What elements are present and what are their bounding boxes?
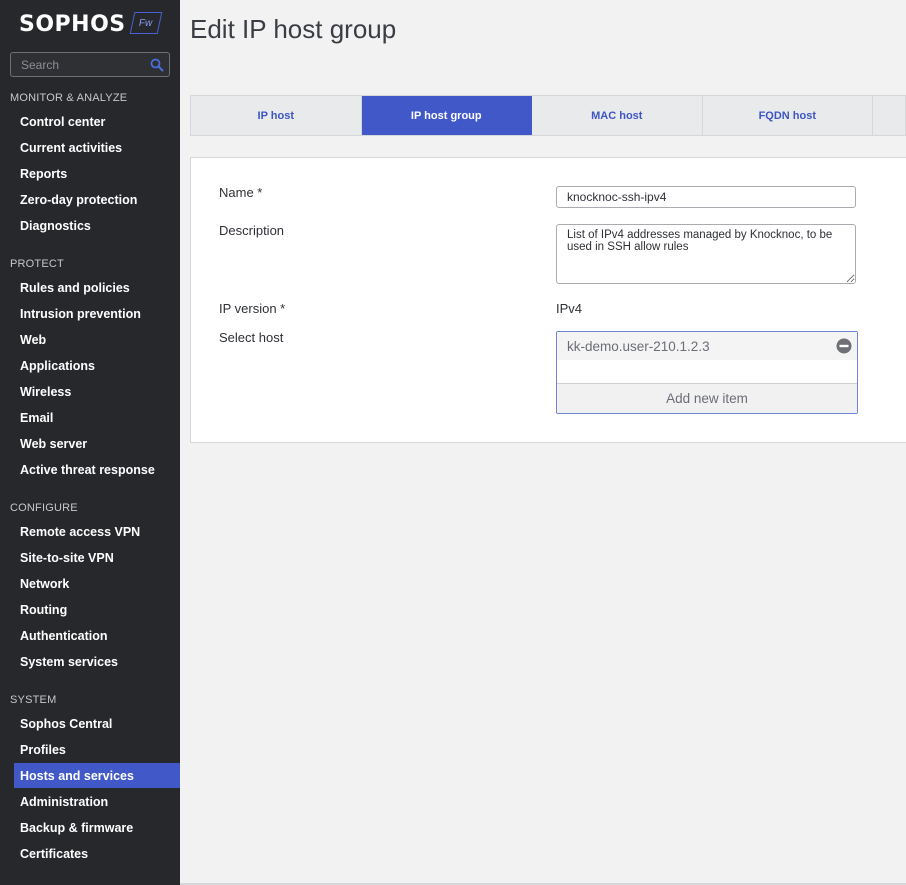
nav-network[interactable]: Network [14,571,180,596]
nav-intrusion-prevention[interactable]: Intrusion prevention [14,301,180,326]
tab-fqdn-host[interactable]: FQDN host [703,96,874,135]
main-content: Edit IP host group IP host IP host group… [180,0,906,885]
nav-web-server[interactable]: Web server [14,431,180,456]
nav-profiles[interactable]: Profiles [14,737,180,762]
section-configure: CONFIGURE [10,502,78,514]
nav-site-to-site-vpn[interactable]: Site-to-site VPN [14,545,180,570]
nav-rules-and-policies[interactable]: Rules and policies [14,275,180,300]
sidebar: SOPHOS Fw MONITOR & ANALYZE Control cent… [0,0,180,885]
select-host-label: Select host [219,330,284,345]
nav-administration[interactable]: Administration [14,789,180,814]
firewall-badge: Fw [129,12,163,34]
host-item-label: kk-demo.user-210.1.2.3 [567,338,710,354]
nav-authentication[interactable]: Authentication [14,623,180,648]
nav-routing[interactable]: Routing [14,597,180,622]
section-protect: PROTECT [10,258,64,270]
brand-name: SOPHOS [19,11,126,37]
tab-ip-host[interactable]: IP host [191,96,362,135]
host-type-tabs: IP host IP host group MAC host FQDN host [190,95,906,136]
nav-sophos-central[interactable]: Sophos Central [14,711,180,736]
name-input[interactable] [556,186,856,208]
section-system: SYSTEM [10,694,57,706]
tab-mac-host[interactable]: MAC host [532,96,703,135]
nav-system-services[interactable]: System services [14,649,180,674]
nav-hosts-and-services[interactable]: Hosts and services [14,763,180,788]
nav-backup-firmware[interactable]: Backup & firmware [14,815,180,840]
nav-remote-access-vpn[interactable]: Remote access VPN [14,519,180,544]
nav-current-activities[interactable]: Current activities [14,135,180,160]
section-monitor-analyze: MONITOR & ANALYZE [10,92,128,104]
nav-diagnostics[interactable]: Diagnostics [14,213,180,238]
search-box [10,52,170,77]
edit-form-panel: Name * Description List of IPv4 addresse… [190,157,906,443]
page-title: Edit IP host group [190,14,397,44]
minus-circle-icon[interactable] [836,338,852,354]
sophos-logo[interactable]: SOPHOS Fw [19,10,163,38]
host-list: kk-demo.user-210.1.2.3 Add new item [556,331,858,414]
description-label: Description [219,223,285,238]
nav-email[interactable]: Email [14,405,180,430]
nav-certificates[interactable]: Certificates [14,841,180,866]
ip-version-label: IP version * [219,301,286,316]
search-input[interactable] [21,57,149,72]
description-textarea[interactable]: List of IPv4 addresses managed by Knockn… [556,224,856,284]
tab-overflow[interactable] [873,96,905,135]
nav-control-center[interactable]: Control center [14,109,180,134]
ip-version-value: IPv4 [556,301,583,316]
name-label: Name * [219,185,263,200]
tab-ip-host-group[interactable]: IP host group [361,96,533,135]
nav-reports[interactable]: Reports [14,161,180,186]
nav-wireless[interactable]: Wireless [14,379,180,404]
add-new-item-button[interactable]: Add new item [557,383,857,413]
nav-web[interactable]: Web [14,327,180,352]
nav-applications[interactable]: Applications [14,353,180,378]
nav-zero-day-protection[interactable]: Zero-day protection [14,187,180,212]
search-icon[interactable] [150,58,164,72]
nav-active-threat-response[interactable]: Active threat response [14,457,180,482]
host-list-item[interactable]: kk-demo.user-210.1.2.3 [557,332,857,360]
